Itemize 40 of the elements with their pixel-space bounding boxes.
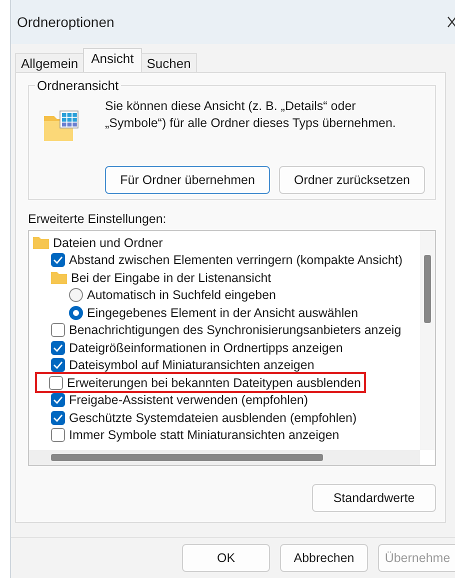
tab[interactable]: Suchen <box>140 53 197 72</box>
checkbox-label: Benachrichtigungen des Synchronisierungsanbieters anzeig <box>69 323 402 338</box>
horizontal-scrollbar[interactable] <box>29 450 420 465</box>
folder-view-button[interactable]: Ordner zurücksetzen <box>278 166 425 194</box>
dialog-button[interactable]: Abbrechen <box>280 544 368 572</box>
checkbox-label: Abstand zwischen Elementen verringern (kompakte Ansicht) <box>69 253 402 268</box>
window-title: Ordneroptionen <box>17 14 114 30</box>
tab[interactable]: Ansicht <box>83 48 142 72</box>
radio-button[interactable] <box>69 306 83 320</box>
section-label: Erweiterte Einstellungen: <box>28 212 168 226</box>
checkbox-label: Geschützte Systemdateien ausblenden (empfohlen) <box>69 410 357 425</box>
checkbox[interactable] <box>51 428 65 442</box>
checkbox[interactable] <box>51 253 65 268</box>
checkbox-label: Dateigrößeinformationen in Ordnertipps anzeigen <box>69 340 343 355</box>
dialog-button[interactable]: OK <box>182 544 270 572</box>
checkbox[interactable] <box>49 376 63 390</box>
checkbox-label: Dateisymbol auf Miniaturansichten anzeigen <box>69 358 314 372</box>
checkbox[interactable] <box>51 323 65 338</box>
checkbox-label: Immer Symbole statt Miniaturansichten anzeigen <box>69 428 340 442</box>
checkbox[interactable] <box>51 358 65 372</box>
checkbox[interactable] <box>51 340 65 355</box>
tree-label: Bei der Eingabe in der Listenansicht <box>71 270 272 285</box>
folder-icon <box>51 271 67 284</box>
tab[interactable]: Allgemein <box>15 53 84 72</box>
radio-label: Eingegebenes Element in der Ansicht auswählen <box>87 306 358 320</box>
tree-label: Dateien und Ordner <box>53 236 163 250</box>
checkbox[interactable] <box>51 410 65 425</box>
folder-icon <box>33 236 49 250</box>
description-text: Sie können diese Ansicht (z. B. „Details“ oder „Symbole“) für alle Ordner dieses Typs übernehmen. <box>105 98 397 132</box>
checkbox-label: Freigabe-Assistent verwenden (empfohlen) <box>69 393 308 408</box>
group-title: Ordneransicht <box>35 78 121 93</box>
folder-view-button[interactable]: Für Ordner übernehmen <box>105 166 270 194</box>
checkbox[interactable] <box>51 393 65 408</box>
radio-button[interactable] <box>69 288 83 302</box>
close-icon[interactable] <box>447 16 455 28</box>
defaults-button[interactable]: Standardwerte <box>312 484 436 512</box>
radio-label: Automatisch in Suchfeld eingeben <box>87 288 276 302</box>
checkbox-label: Erweiterungen bei bekannten Dateitypen ausblenden <box>67 376 361 390</box>
vertical-scrollbar[interactable] <box>420 231 435 450</box>
folder-grid-icon <box>43 110 79 142</box>
